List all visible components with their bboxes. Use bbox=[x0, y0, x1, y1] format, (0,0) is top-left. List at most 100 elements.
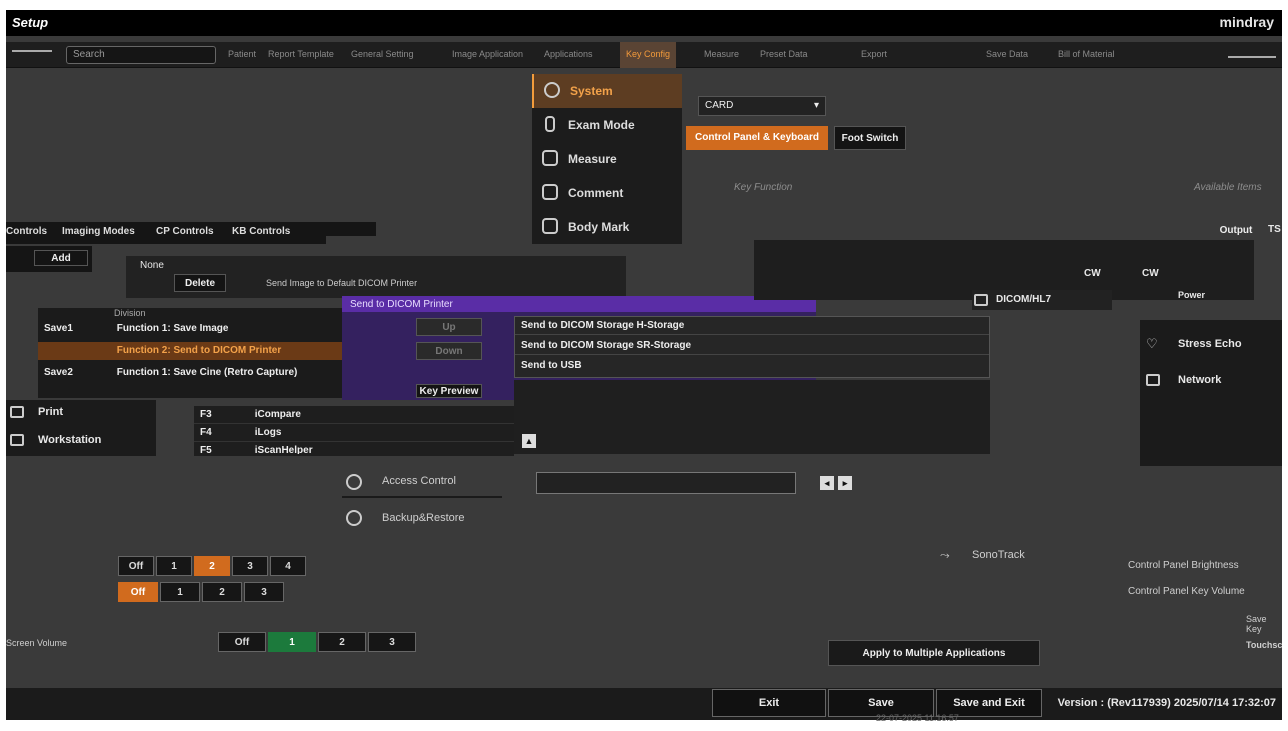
cw-label-1: CW bbox=[1084, 268, 1101, 279]
sub-tab-arrows[interactable] bbox=[316, 222, 376, 236]
cw-label-2: CW bbox=[1142, 268, 1159, 279]
up-button[interactable]: Up bbox=[416, 318, 482, 336]
down-button[interactable]: Down bbox=[416, 342, 482, 360]
menu-item-body-mark[interactable]: Body Mark bbox=[532, 210, 682, 244]
menu-item-system[interactable]: System bbox=[532, 74, 682, 108]
dicom-row[interactable]: DICOM/HL7 bbox=[972, 290, 1112, 310]
search-input[interactable]: Search bbox=[66, 46, 216, 64]
settings-menu: System Exam Mode Measure Comment Body Ma… bbox=[532, 74, 682, 244]
level-option[interactable]: Off bbox=[218, 632, 266, 652]
level-option[interactable]: Off bbox=[118, 556, 154, 576]
key-preview-button[interactable]: Key Preview bbox=[416, 384, 482, 398]
key-cell: F4 bbox=[200, 427, 212, 438]
gear-icon bbox=[544, 82, 560, 98]
send-options-list: Send to DICOM Storage H-Storage Send to … bbox=[514, 316, 990, 378]
list-item-network[interactable]: Network bbox=[1140, 370, 1282, 392]
key-function-hint: Key Function bbox=[734, 182, 793, 193]
sonotrack-item[interactable]: ⤳ SonoTrack bbox=[936, 542, 1086, 570]
tab-preset-data[interactable]: Preset Data bbox=[760, 49, 808, 59]
sub-tab-imaging-modes[interactable]: Imaging Modes bbox=[62, 226, 135, 237]
ts-label: TS bbox=[1268, 224, 1281, 235]
table-row[interactable]: F5 iScanHelper bbox=[194, 442, 514, 454]
comment-icon bbox=[542, 184, 558, 200]
tab-key-config[interactable]: Key Config bbox=[620, 42, 677, 68]
level-option[interactable]: 3 bbox=[232, 556, 268, 576]
touchscreen-label: Touchscr bbox=[1246, 640, 1282, 650]
list-item-workstation[interactable]: Workstation bbox=[6, 426, 156, 454]
workstation-icon bbox=[10, 434, 24, 446]
key-cell: Save1 bbox=[44, 323, 73, 334]
restore-icon bbox=[346, 510, 362, 526]
tab-export[interactable]: Export bbox=[861, 49, 887, 59]
list-item-label: Stress Echo bbox=[1178, 338, 1242, 350]
right-side-list: ♡ Stress Echo Network bbox=[1140, 320, 1282, 466]
ruler-icon bbox=[542, 150, 558, 166]
save-key-label: Save Key bbox=[1246, 614, 1267, 634]
level-option-selected[interactable]: 2 bbox=[194, 556, 230, 576]
level-option[interactable]: 2 bbox=[318, 632, 366, 652]
level-option[interactable]: 4 bbox=[270, 556, 306, 576]
tab-image-application[interactable]: Image Application bbox=[452, 49, 523, 59]
add-button[interactable]: Add bbox=[34, 250, 88, 266]
menu-handle[interactable] bbox=[12, 50, 52, 52]
power-label: Power bbox=[1178, 290, 1206, 300]
function-cell: Function 2: Send to DICOM Printer bbox=[116, 345, 282, 356]
scroll-handle[interactable] bbox=[1228, 56, 1276, 58]
menu-item-comment[interactable]: Comment bbox=[532, 176, 682, 210]
table-row-selected[interactable]: Function 2: Send to DICOM Printer bbox=[38, 342, 372, 360]
function-cell: iCompare bbox=[254, 409, 301, 420]
list-item[interactable]: Send to USB bbox=[515, 357, 989, 375]
menu-item-measure[interactable]: Measure bbox=[532, 142, 682, 176]
list-item-print[interactable]: Print bbox=[6, 402, 156, 424]
menu-item-backup-restore[interactable]: Backup&Restore bbox=[342, 504, 502, 534]
tab-bill-of-material[interactable]: Bill of Material bbox=[1058, 49, 1115, 59]
assignment-header: Division bbox=[114, 308, 146, 318]
menu-item-access-control[interactable]: Access Control bbox=[342, 466, 502, 498]
tab-control-panel-keyboard[interactable]: Control Panel & Keyboard bbox=[686, 126, 828, 150]
sub-tab-controls[interactable]: Controls bbox=[6, 226, 47, 237]
sub-tab-kb-controls[interactable]: KB Controls bbox=[232, 226, 290, 237]
table-row[interactable]: Save2 Function 1: Save Cine (Retro Captu… bbox=[38, 364, 372, 382]
level-selector-1: Off 1 2 3 4 bbox=[118, 556, 308, 578]
list-item-stress-echo[interactable]: ♡ Stress Echo bbox=[1140, 334, 1282, 356]
tab-report-template[interactable]: Report Template bbox=[268, 49, 334, 59]
tab-patient[interactable]: Patient bbox=[228, 49, 256, 59]
next-arrow-icon[interactable]: ▸ bbox=[838, 476, 852, 490]
default-printer-text: Send Image to Default DICOM Printer bbox=[266, 278, 418, 288]
prev-arrow-icon[interactable]: ◂ bbox=[820, 476, 834, 490]
level-option[interactable]: 1 bbox=[160, 582, 200, 602]
level-option-selected[interactable]: Off bbox=[118, 582, 158, 602]
tab-measure[interactable]: Measure bbox=[704, 49, 739, 59]
delete-button[interactable]: Delete bbox=[174, 274, 226, 292]
available-items-hint: Available Items bbox=[1194, 182, 1262, 193]
exam-select[interactable]: CARD ▾ bbox=[698, 96, 826, 116]
tab-foot-switch[interactable]: Foot Switch bbox=[834, 126, 906, 150]
key-list-panel: None Delete Send Image to Default DICOM … bbox=[126, 256, 626, 298]
list-item[interactable]: Send to DICOM Storage SR-Storage bbox=[515, 337, 989, 355]
level-option-selected[interactable]: 1 bbox=[268, 632, 316, 652]
list-item[interactable]: Send to DICOM Storage H-Storage bbox=[515, 317, 989, 335]
table-row[interactable]: Save1 Function 1: Save Image bbox=[38, 320, 372, 338]
level-option[interactable]: 3 bbox=[368, 632, 416, 652]
search-placeholder: Search bbox=[73, 49, 105, 60]
level-option[interactable]: 2 bbox=[202, 582, 242, 602]
function-cell: iScanHelper bbox=[254, 445, 313, 454]
left-side-list: Print Workstation bbox=[6, 400, 156, 456]
table-row[interactable]: F3 iCompare bbox=[194, 406, 514, 424]
level-option[interactable]: 3 bbox=[244, 582, 284, 602]
brightness-label: Control Panel Brightness bbox=[1128, 560, 1239, 571]
level-option[interactable]: 1 bbox=[156, 556, 192, 576]
menu-item-exam-mode[interactable]: Exam Mode bbox=[532, 108, 682, 142]
tab-general-setting[interactable]: General Setting bbox=[351, 49, 414, 59]
tab-applications[interactable]: Applications bbox=[544, 49, 593, 59]
track-icon: ⤳ bbox=[940, 548, 950, 562]
none-option[interactable]: None bbox=[140, 260, 164, 271]
exit-button[interactable]: Exit bbox=[712, 689, 826, 717]
tab-save-data[interactable]: Save Data bbox=[986, 49, 1028, 59]
assignment-table: Division Save1 Function 1: Save Image Fu… bbox=[38, 308, 372, 398]
apply-multiple-button[interactable]: Apply to Multiple Applications bbox=[828, 640, 1040, 666]
scroll-up-icon[interactable]: ▲ bbox=[522, 434, 536, 448]
path-input[interactable] bbox=[536, 472, 796, 494]
table-row[interactable]: F4 iLogs bbox=[194, 424, 514, 442]
sub-tab-cp-controls[interactable]: CP Controls bbox=[156, 226, 214, 237]
